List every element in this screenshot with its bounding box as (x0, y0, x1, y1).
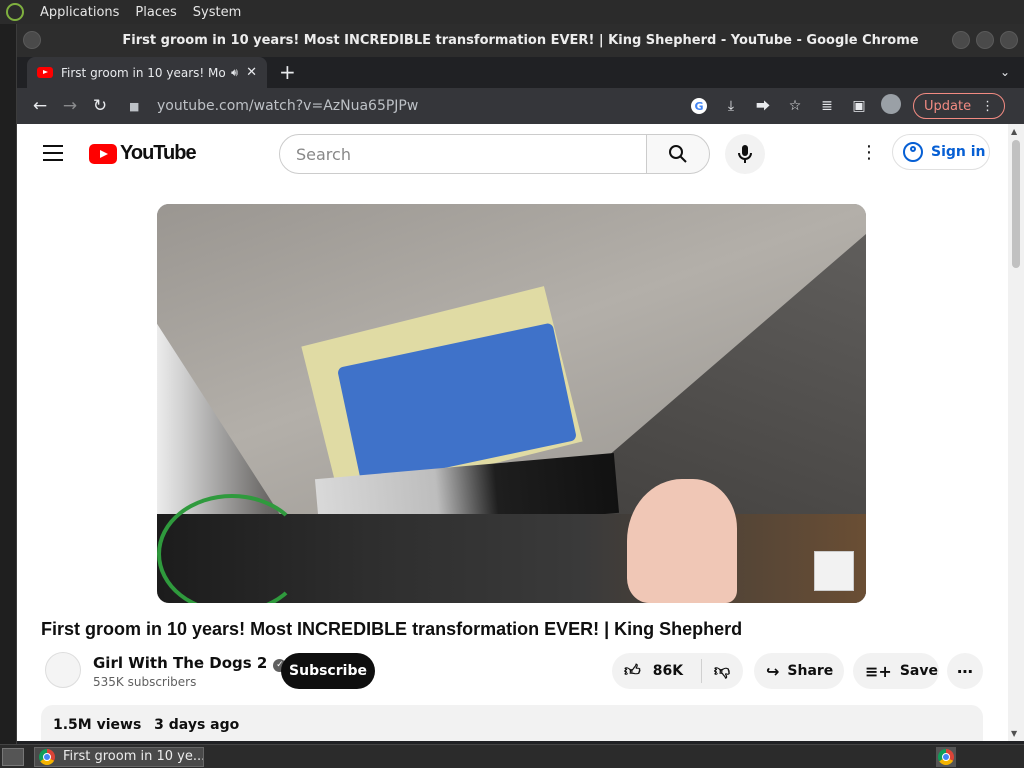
share-icon[interactable]: ⮕ (747, 96, 779, 116)
address-url: youtube.com/watch?v=AzNua65PJPw (157, 98, 419, 114)
window-title: First groom in 10 years! Most INCREDIBLE… (122, 33, 919, 48)
channel-row: Girl With The Dogs 2 ✓ 535K subscribers S… (41, 652, 991, 694)
save-button[interactable]: ≡+ Save (853, 653, 939, 689)
tray-chrome-icon[interactable] (936, 747, 956, 767)
channel-name-container[interactable]: Girl With The Dogs 2 ✓ (93, 654, 287, 672)
address-bar[interactable]: ■ youtube.com/watch?v=AzNua65PJPw (123, 92, 683, 120)
google-lens-icon[interactable]: G (683, 98, 715, 115)
page-scrollbar[interactable]: ▲ ▼ (1008, 124, 1024, 741)
scroll-up-arrow-icon[interactable]: ▲ (1011, 127, 1017, 136)
youtube-header: YouTube Search ⋮ Sign in (17, 124, 1009, 180)
share-arrow-icon: ↪ (766, 661, 780, 681)
tab-search-chevron-icon[interactable]: ⌄ (1000, 65, 1010, 79)
view-count: 1.5M views (53, 717, 142, 733)
share-label: Share (787, 663, 834, 679)
tab-youtube[interactable]: First groom in 10 years! Mo 🔊︎ ✕ (27, 57, 267, 88)
settings-more-icon[interactable]: ⋮ (860, 142, 878, 163)
like-count: 86K (652, 663, 684, 679)
bottom-taskbar: First groom in 10 ye... (0, 744, 1024, 768)
sign-in-button[interactable]: Sign in (892, 134, 990, 170)
thumbs-down-icon: 👎︎ (713, 661, 731, 680)
search-input[interactable]: Search (279, 134, 647, 174)
maximize-button[interactable] (976, 31, 994, 49)
like-button[interactable]: 👍︎ 86K (612, 659, 702, 683)
hamburger-menu-icon[interactable] (43, 145, 63, 166)
media-controls-icon[interactable]: ≣ (811, 98, 843, 114)
taskbar-task-label: First groom in 10 ye... (63, 749, 203, 764)
show-desktop-icon[interactable] (2, 747, 24, 766)
more-actions-button[interactable]: ⋯ (947, 653, 983, 689)
share-button[interactable]: ↪ Share (754, 653, 844, 689)
subscribe-button[interactable]: Subscribe (281, 653, 375, 689)
close-tab-button[interactable]: ✕ (246, 65, 257, 80)
top-panel: Applications Places System (0, 0, 1024, 24)
video-title: First groom in 10 years! Most INCREDIBLE… (41, 619, 743, 639)
description-box[interactable]: 1.5M views 3 days ago (41, 705, 983, 741)
reload-button[interactable]: ↻ (85, 96, 115, 116)
subscriber-count: 535K subscribers (93, 675, 197, 689)
browser-toolbar: ← → ↻ ■ youtube.com/watch?v=AzNua65PJPw … (17, 88, 1024, 124)
save-label: Save (899, 663, 938, 679)
profile-avatar-icon[interactable] (875, 94, 907, 118)
scroll-down-arrow-icon[interactable]: ▼ (1011, 729, 1017, 738)
taskbar-chrome-window[interactable]: First groom in 10 ye... (34, 746, 204, 767)
minimize-button[interactable] (952, 31, 970, 49)
install-app-icon[interactable]: ⤓ (715, 98, 747, 114)
thumbs-up-icon: 👍︎ (624, 661, 641, 680)
gnome-logo-icon[interactable] (6, 3, 24, 21)
microphone-icon (738, 145, 752, 163)
youtube-logo[interactable]: YouTube (89, 142, 197, 165)
update-button[interactable]: Update ⋮ (913, 93, 1006, 119)
youtube-wordmark: YouTube (120, 142, 197, 164)
scrollbar-thumb[interactable] (1012, 140, 1020, 268)
video-player[interactable] (157, 204, 866, 603)
back-button[interactable]: ← (25, 96, 55, 116)
chrome-menu-icon[interactable]: ⋮ (981, 99, 994, 114)
voice-search-button[interactable] (725, 134, 765, 174)
browser-window: First groom in 10 years! Most INCREDIBLE… (16, 24, 1024, 744)
menu-system[interactable]: System (185, 5, 249, 20)
window-titlebar[interactable]: First groom in 10 years! Most INCREDIBLE… (17, 24, 1024, 57)
youtube-favicon-icon (37, 67, 53, 78)
tab-title: First groom in 10 years! Mo (61, 65, 226, 80)
bookmark-star-icon[interactable]: ☆ (779, 98, 811, 114)
like-dislike-group: 👍︎ 86K 👎︎ (612, 653, 743, 689)
playlist-add-icon: ≡+ (865, 661, 892, 681)
close-window-button[interactable] (1000, 31, 1018, 49)
speaker-icon[interactable]: 🔊︎ (231, 66, 238, 80)
side-panel-icon[interactable]: ▣ (843, 98, 875, 114)
search-icon (669, 145, 687, 163)
menu-applications[interactable]: Applications (32, 5, 127, 20)
update-label: Update (924, 98, 972, 114)
tab-strip: First groom in 10 years! Mo 🔊︎ ✕ + ⌄ (17, 57, 1024, 88)
account-icon (903, 142, 923, 162)
youtube-play-icon (89, 143, 117, 164)
forward-button[interactable]: → (55, 96, 85, 116)
youtube-page: YouTube Search ⋮ Sign in First groom in … (17, 124, 1009, 741)
channel-avatar[interactable] (45, 652, 81, 688)
menu-places[interactable]: Places (127, 5, 184, 20)
channel-watermark-icon[interactable] (814, 551, 854, 591)
search-button[interactable] (646, 134, 710, 174)
lock-icon[interactable]: ■ (129, 100, 147, 113)
sign-in-label: Sign in (931, 144, 986, 160)
channel-name[interactable]: Girl With The Dogs 2 (93, 654, 267, 672)
dislike-button[interactable]: 👎︎ (702, 661, 742, 681)
upload-date: 3 days ago (154, 717, 240, 733)
new-tab-button[interactable]: + (279, 60, 296, 84)
chrome-icon (39, 748, 55, 765)
window-menu-button[interactable] (23, 31, 41, 49)
